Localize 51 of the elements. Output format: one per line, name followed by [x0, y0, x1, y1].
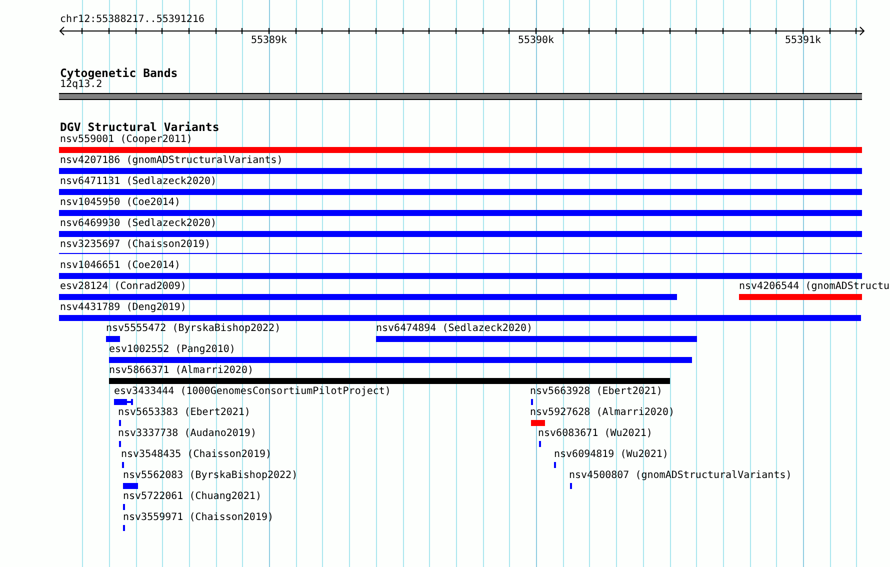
feature-label: nsv5722061 (Chuang2021) [123, 491, 262, 503]
feature-label: nsv6083671 (Wu2021) [538, 428, 652, 440]
feature-label: esv3433444 (1000GenomesConsortiumPilotProject) [114, 386, 391, 398]
variant-bar[interactable] [59, 189, 862, 195]
variant-bar[interactable] [739, 294, 862, 300]
cytoband-bar[interactable] [59, 93, 862, 100]
location-label: chr12:55388217..55391216 [60, 14, 204, 26]
feature-label: nsv4431789 (Deng2019) [60, 302, 186, 314]
variant-bar[interactable] [59, 294, 677, 300]
feature-label: esv28124 (Conrad2009) [60, 281, 186, 293]
feature-label: nsv4206544 (gnomADStructu [739, 281, 890, 293]
variant-bar[interactable] [59, 231, 862, 237]
track-title: DGV Structural Variants [60, 121, 220, 134]
feature-label: nsv4207186 (gnomADStructuralVariants) [60, 155, 283, 167]
feature-label: nsv1046651 (Coe2014) [60, 260, 180, 272]
feature-label: nsv3235697 (Chaisson2019) [60, 239, 211, 251]
feature-label: nsv3548435 (Chaisson2019) [121, 449, 272, 461]
feature-label: nsv5927628 (Almarri2020) [530, 407, 674, 419]
variant-bar[interactable] [59, 315, 861, 321]
feature-label: nsv559001 (Cooper2011) [60, 134, 192, 146]
tick-label: 55389k [250, 35, 288, 47]
variant-bar[interactable] [59, 168, 862, 174]
feature-label: nsv5663928 (Ebert2021) [530, 386, 662, 398]
variant-bar[interactable] [59, 273, 862, 279]
variant-bar[interactable] [109, 378, 670, 384]
variant-line[interactable] [59, 253, 862, 254]
variant-bar[interactable] [531, 420, 545, 426]
feature-label: nsv5866371 (Almarri2020) [109, 365, 254, 377]
feature-label: esv1002552 (Pang2010) [109, 344, 236, 356]
feature-label: nsv6094819 (Wu2021) [554, 449, 668, 461]
variant-bar[interactable] [59, 210, 862, 216]
track-title: Cytogenetic Bands [60, 67, 178, 80]
feature-label: nsv5653383 (Ebert2021) [118, 407, 250, 419]
feature-label: nsv6469930 (Sedlazeck2020) [60, 218, 217, 230]
band-label: 12q13.2 [60, 79, 102, 91]
variant-bar[interactable] [123, 483, 138, 489]
feature-label: nsv4500807 (gnomADStructuralVariants) [569, 470, 792, 482]
tick-label: 55391k [784, 35, 822, 47]
variant-bar[interactable] [376, 336, 697, 342]
variant-bar[interactable] [106, 336, 120, 342]
variant-bar[interactable] [59, 147, 862, 153]
variant-split-bar[interactable] [114, 399, 133, 405]
feature-label: nsv6471131 (Sedlazeck2020) [60, 176, 217, 188]
feature-label: nsv3559971 (Chaisson2019) [123, 512, 274, 524]
tick-label: 55390k [516, 35, 556, 47]
feature-label: nsv6474894 (Sedlazeck2020) [376, 323, 533, 335]
variant-bar[interactable] [109, 357, 692, 363]
feature-label: nsv5555472 (ByrskaBishop2022) [106, 323, 281, 335]
feature-label: nsv1045950 (Coe2014) [60, 197, 180, 209]
feature-label: nsv3337738 (Audano2019) [118, 428, 256, 440]
feature-label: nsv5562083 (ByrskaBishop2022) [123, 470, 298, 482]
